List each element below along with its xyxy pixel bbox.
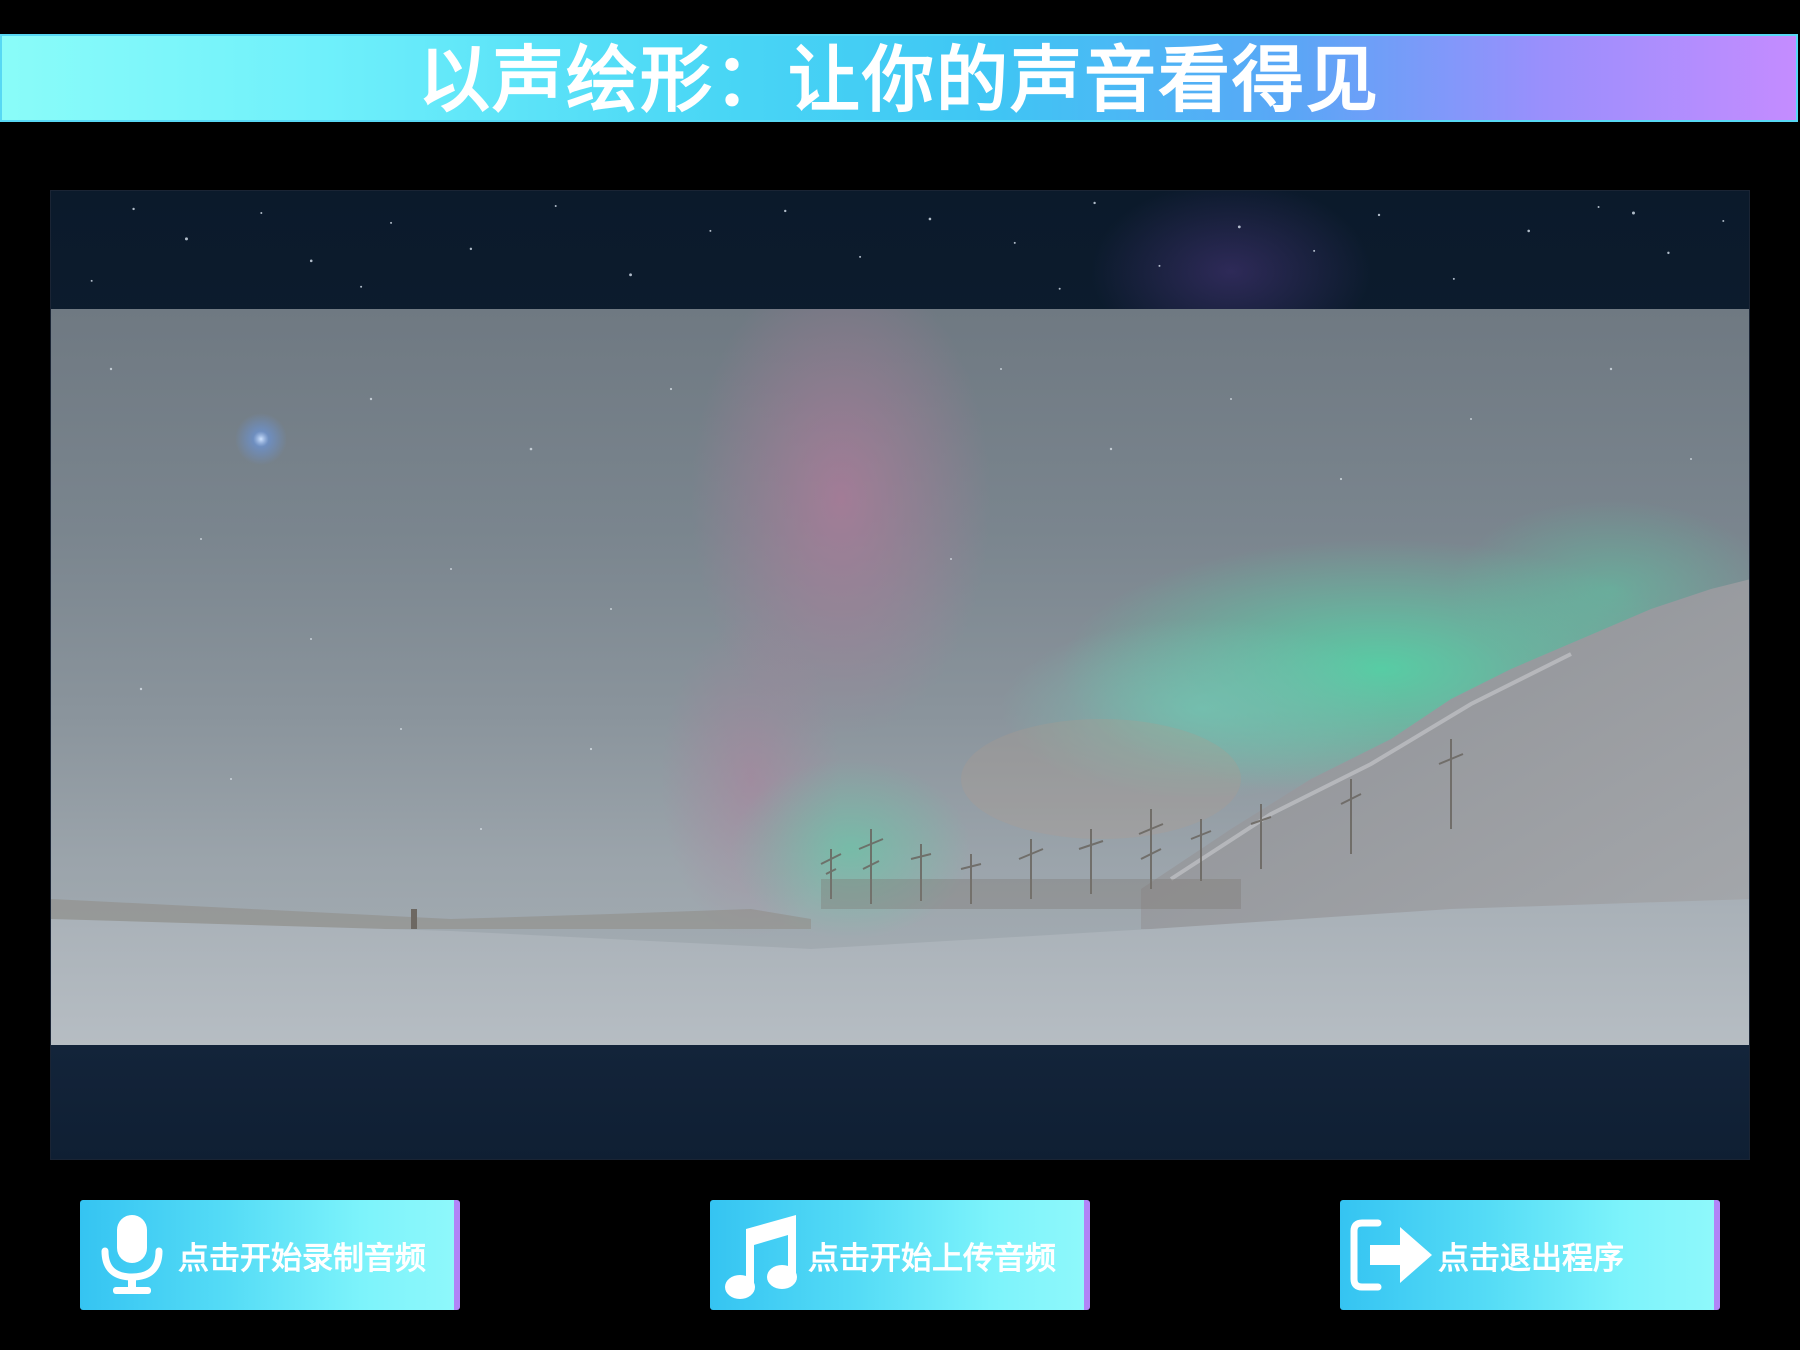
record-audio-label: 点击开始录制音频 xyxy=(178,1240,426,1277)
lower-dark-band xyxy=(51,1045,1749,1159)
exit-program-label: 点击退出程序 xyxy=(1438,1240,1624,1277)
exit-arrow-icon xyxy=(1346,1205,1438,1305)
visualization-canvas xyxy=(50,190,1750,1160)
exit-program-button[interactable]: 点击退出程序 xyxy=(1340,1200,1720,1310)
record-audio-button[interactable]: 点击开始录制音频 xyxy=(80,1200,460,1310)
app-window: 以声绘形：让你的声音看得见 点击开始录制音频 点击开始上传音频 点击退出程序 xyxy=(0,0,1800,1350)
music-note-icon xyxy=(716,1205,808,1305)
aurora-landscape xyxy=(51,309,1749,1045)
title-banner: 以声绘形：让你的声音看得见 xyxy=(0,34,1798,122)
upload-audio-button[interactable]: 点击开始上传音频 xyxy=(710,1200,1090,1310)
aurora-scene xyxy=(51,309,1749,1045)
page-title: 以声绘形：让你的声音看得见 xyxy=(417,38,1380,122)
microphone-icon xyxy=(86,1205,178,1305)
upload-audio-label: 点击开始上传音频 xyxy=(808,1240,1056,1277)
